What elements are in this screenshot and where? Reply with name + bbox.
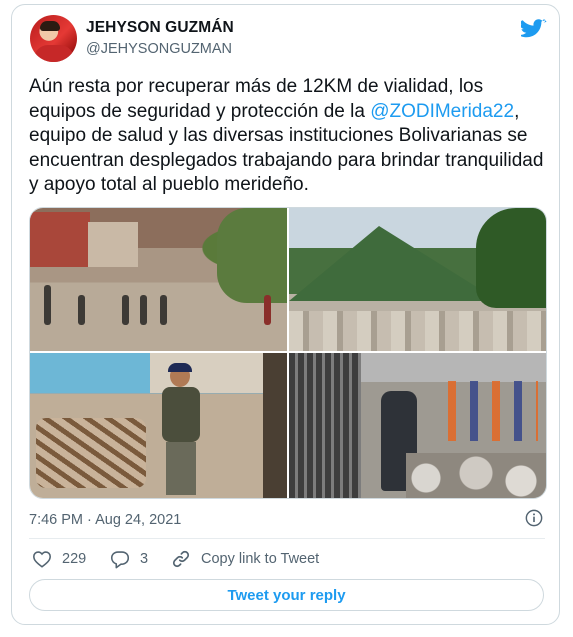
photo-person bbox=[140, 295, 147, 325]
author-handle[interactable]: @JEHYSONGUZMAN bbox=[86, 41, 232, 57]
twitter-bird-icon[interactable] bbox=[521, 19, 547, 41]
photo-rocks bbox=[406, 453, 546, 498]
photo-landslide-street[interactable] bbox=[30, 208, 287, 351]
photo-shadow bbox=[263, 353, 287, 498]
photo-person bbox=[264, 295, 271, 325]
photo-building-2 bbox=[88, 222, 138, 267]
photo-grid bbox=[29, 207, 547, 499]
avatar[interactable] bbox=[30, 15, 77, 62]
photo-mountain bbox=[289, 226, 499, 301]
tweet-text: Aún resta por recuperar más de 12KM de v… bbox=[29, 75, 554, 198]
reply-bubble-icon bbox=[110, 550, 130, 568]
like-count: 229 bbox=[62, 551, 87, 567]
photo-building bbox=[30, 212, 90, 267]
photo-person bbox=[122, 295, 129, 325]
tweet-reply-button[interactable]: Tweet your reply bbox=[29, 579, 544, 611]
avatar-shirt bbox=[34, 45, 74, 62]
photo-street-crowd[interactable] bbox=[289, 353, 546, 498]
copy-link-label: Copy link to Tweet bbox=[201, 551, 320, 567]
photo-gate bbox=[289, 353, 361, 498]
worker-legs bbox=[166, 442, 196, 495]
worker-torso bbox=[162, 387, 200, 442]
heart-icon bbox=[33, 551, 51, 568]
photo-valley-riverbed[interactable] bbox=[289, 208, 546, 351]
photo-person bbox=[78, 295, 85, 325]
photo-debris bbox=[36, 418, 146, 488]
avatar-hair bbox=[40, 21, 60, 31]
link-icon bbox=[172, 550, 190, 568]
photo-person bbox=[44, 285, 51, 325]
photo-rocks bbox=[289, 311, 546, 351]
reply-count: 3 bbox=[140, 551, 149, 567]
mention-link[interactable]: @ZODIMerida22 bbox=[370, 101, 514, 122]
photo-person bbox=[160, 295, 167, 325]
photo-blue-wall bbox=[30, 353, 150, 393]
like-button[interactable]: 229 bbox=[32, 548, 86, 570]
photo-rescue-worker[interactable] bbox=[30, 353, 287, 498]
info-icon[interactable] bbox=[525, 509, 543, 527]
tweet-timestamp[interactable]: 7:46 PM · Aug 24, 2021 bbox=[29, 512, 181, 528]
copy-link-button[interactable]: Copy link to Tweet bbox=[171, 548, 319, 570]
author-name[interactable]: JEHYSON GUZMÁN bbox=[86, 19, 234, 37]
photo-trees bbox=[217, 208, 287, 303]
worker-cap bbox=[168, 363, 192, 372]
photo-worker bbox=[158, 363, 203, 495]
photo-tree bbox=[476, 208, 546, 308]
divider bbox=[29, 538, 545, 539]
reply-action-button[interactable]: 3 bbox=[110, 548, 148, 570]
photo-crowd bbox=[448, 381, 538, 441]
tweet-card: JEHYSON GUZMÁN @JEHYSONGUZMAN Aún resta … bbox=[11, 4, 560, 625]
